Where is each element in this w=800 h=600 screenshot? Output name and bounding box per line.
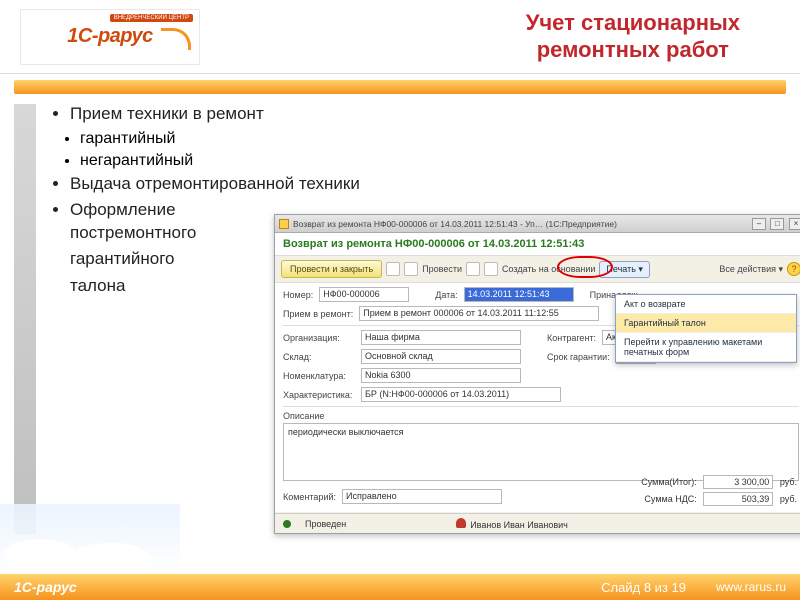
org-label: Организация: [283,333,355,343]
person-icon [456,518,466,528]
save-icon[interactable] [386,262,400,276]
swoosh-icon [161,28,191,50]
char-field[interactable]: БР (N:НФ00-000006 от 14.03.2011) [361,387,561,402]
statusbar: Проведен Иванов Иван Иванович [275,513,800,533]
date-label: Дата: [435,290,457,300]
vat-label: Сумма НДС: [644,494,696,504]
number-field[interactable]: НФ00-000006 [319,287,409,302]
comment-field[interactable]: Исправлено [342,489,502,504]
slide-title: Учет стационарных ремонтных работ [526,10,780,63]
stock-field[interactable]: Основной склад [361,349,521,364]
nomen-label: Номенклатура: [283,371,355,381]
minimize-button[interactable]: – [752,218,766,230]
nomen-field[interactable]: Nokia 6300 [361,368,521,383]
print-menu: Акт о возврате Гарантийный талон Перейти… [615,294,797,363]
close-button[interactable]: × [789,218,800,230]
slide-title-line2: ремонтных работ [526,37,740,63]
footer-logo: 1С-рарус [14,579,77,595]
toolbar: Провести и закрыть Провести Создать на о… [275,256,800,283]
desc-label: Описание [283,411,799,421]
create-based-button[interactable]: Создать на основании [502,264,595,274]
sum-value: 3 300,00 [703,475,773,489]
date-field[interactable]: 14.03.2011 12:51:43 [464,287,574,302]
bullet-nonwarranty: негарантийный [80,152,786,170]
warranty-label: Срок гарантии: [547,352,610,362]
app-icon [279,219,289,229]
footer: 1С-рарус Слайд 8 из 19 www.rarus.ru [0,574,800,600]
menu-act[interactable]: Акт о возврате [616,295,796,314]
clouds-decor [0,504,180,574]
org-field[interactable]: Наша фирма [361,330,521,345]
refresh-icon[interactable] [404,262,418,276]
intake-field[interactable]: Прием в ремонт 000006 от 14.03.2011 11:1… [359,306,599,321]
slide-title-line1: Учет стационарных [526,10,740,36]
bullet-return: Выдача отремонтированной техники [70,174,786,194]
currency-2: руб. [780,494,797,504]
window-controls: – □ × [750,218,800,230]
posted-icon [283,520,291,528]
number-label: Номер: [283,290,313,300]
posted-label: Проведен [305,519,346,529]
slide-counter: Слайд 8 из 19 [601,580,686,595]
contr-label: Контрагент: [547,333,596,343]
bullet-list: Прием техники в ремонт [52,104,786,124]
stock-label: Склад: [283,352,355,362]
bullet-intake: Прием техники в ремонт [70,104,786,124]
menu-warranty-ticket[interactable]: Гарантийный талон [616,314,796,333]
bullet-warranty: гарантийный [80,130,786,148]
all-actions-button[interactable]: Все действия ▾ [719,264,783,275]
post-button[interactable]: Провести [422,264,462,274]
desc-field[interactable]: периодически выключается [283,423,799,481]
bullet-form-l1: Оформление [70,200,176,219]
currency: руб. [780,477,797,487]
tool-icon-2[interactable] [484,262,498,276]
logo-text: 1С-рарус [67,25,153,48]
help-icon[interactable]: ? [787,262,800,276]
doc-title: Возврат из ремонта НФ00-000006 от 14.03.… [275,233,800,256]
menu-templates[interactable]: Перейти к управлению макетами печатных ф… [616,333,796,362]
post-and-close-button[interactable]: Провести и закрыть [281,260,382,278]
totals: Сумма(Итог): 3 300,00 руб. Сумма НДС: 50… [641,475,797,509]
footer-url: www.rarus.ru [716,580,786,594]
user-name: Иванов Иван Иванович [470,520,568,530]
sum-label: Сумма(Итог): [641,477,697,487]
divider-bar [14,80,786,94]
logo-tag: ВНЕДРЕНЧЕСКИЙ ЦЕНТР [110,14,193,22]
tool-icon[interactable] [466,262,480,276]
comment-label: Коментарий: [283,492,336,502]
left-accent [14,104,36,534]
char-label: Характеристика: [283,390,355,400]
print-button[interactable]: Печать ▾ [599,261,650,278]
logo: ВНЕДРЕНЧЕСКИЙ ЦЕНТР 1С-рарус [20,9,200,65]
maximize-button[interactable]: □ [770,218,784,230]
bullet-sublist: гарантийный негарантийный [52,130,786,170]
app-window: Возврат из ремонта НФ00-000006 от 14.03.… [274,214,800,534]
vat-value: 503,39 [703,492,773,506]
window-title: Возврат из ремонта НФ00-000006 от 14.03.… [293,219,750,229]
intake-label: Прием в ремонт: [283,309,353,319]
titlebar[interactable]: Возврат из ремонта НФ00-000006 от 14.03.… [275,215,800,233]
